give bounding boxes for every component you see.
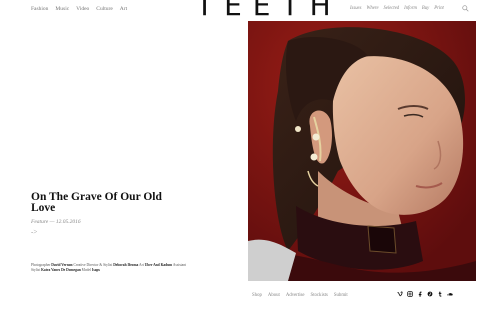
subnav-item-buy[interactable]: Buy — [422, 6, 429, 11]
top-bar: Fashion Music Video Culture Art TEETH Is… — [0, 0, 477, 22]
nav-item-culture[interactable]: Culture — [96, 6, 113, 12]
credits-mid-4: Model — [81, 268, 92, 273]
site-logo[interactable]: TEETH — [196, 0, 342, 20]
nav-item-fashion[interactable]: Fashion — [31, 6, 48, 12]
credits-mid-2: Art — [138, 263, 144, 267]
footer-nav: Shop About Advertise Stockists Submit — [252, 293, 348, 298]
nav-item-art[interactable]: Art — [120, 6, 127, 12]
nav-item-video[interactable]: Video — [76, 6, 89, 12]
subnav-item-selected[interactable]: Selected — [384, 6, 400, 11]
credits-name-4: Isaps — [91, 268, 100, 273]
secondary-nav: Issues Where Selected Inform Buy Print — [350, 6, 444, 11]
credits-prefix: Photographer — [31, 263, 51, 267]
instagram-icon[interactable] — [407, 291, 413, 297]
search-icon[interactable] — [462, 5, 469, 12]
pinterest-icon[interactable] — [427, 291, 433, 297]
hero-photo[interactable] — [248, 21, 476, 281]
read-more-arrow[interactable]: -> — [31, 228, 37, 236]
footer-link-shop[interactable]: Shop — [252, 293, 262, 298]
footer-link-advertise[interactable]: Advertise — [286, 293, 305, 298]
footer-link-about[interactable]: About — [268, 293, 280, 298]
subnav-item-issues[interactable]: Issues — [350, 6, 361, 11]
article-panel: On The Grave Of Our Old Love Feature — 1… — [31, 22, 240, 281]
credits-mid-1: Creative Director & Stylist — [73, 263, 113, 267]
subnav-item-inform[interactable]: Inform — [404, 6, 417, 11]
subnav-item-where[interactable]: Where — [366, 6, 378, 11]
facebook-icon[interactable] — [417, 291, 423, 297]
footer-link-stockists[interactable]: Stockists — [311, 293, 328, 298]
soundcloud-icon[interactable] — [447, 291, 453, 297]
portrait-illustration — [248, 21, 476, 281]
subnav-item-print[interactable]: Print — [434, 6, 444, 11]
article-meta: Feature — 12.05.2016 — [31, 219, 81, 225]
footer-link-submit[interactable]: Submit — [334, 293, 348, 298]
credits-name-3: Katra Vanes De Domegan — [41, 268, 81, 273]
credits-name-1: David Vernon — [51, 263, 73, 267]
nav-item-music[interactable]: Music — [55, 6, 69, 12]
tumblr-icon[interactable] — [437, 291, 443, 297]
vimeo-icon[interactable] — [397, 291, 403, 297]
footer: Shop About Advertise Stockists Submit — [248, 281, 477, 310]
credits-name-2: Deborah Ifeoma — [113, 263, 139, 267]
main-nav: Fashion Music Video Culture Art — [31, 6, 127, 12]
article-credits: Photographer David Vernon Creative Direc… — [31, 263, 191, 273]
article-title[interactable]: On The Grave Of Our Old Love — [31, 191, 181, 214]
social-links — [397, 291, 453, 297]
credits-line2-name: Uber And Kadum — [144, 263, 173, 267]
